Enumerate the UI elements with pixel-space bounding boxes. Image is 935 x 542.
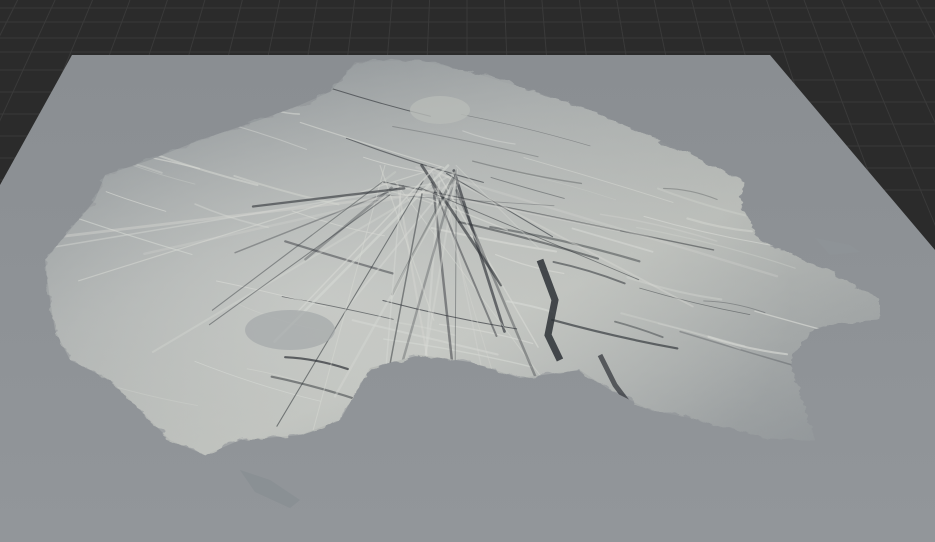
terrain-basin-west [245,310,335,350]
3d-viewport[interactable] [0,0,935,542]
viewport-canvas[interactable] [0,0,935,542]
terrain-crater-north [410,96,470,124]
